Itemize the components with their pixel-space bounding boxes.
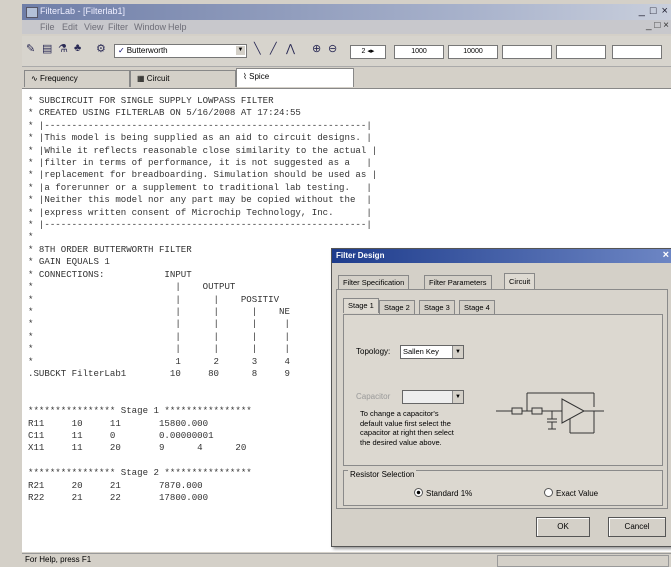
- filter-design-dialog: Filter Design × Filter Specification Fil…: [331, 248, 671, 547]
- spice-line: * 8TH ORDER BUTTERWORTH FILTER: [28, 243, 192, 255]
- toolbar-field-4[interactable]: [556, 45, 606, 59]
- lowpass-icon[interactable]: ╲: [254, 42, 261, 58]
- cancel-button[interactable]: Cancel: [608, 517, 666, 537]
- spice-line: * | OUTPUT: [28, 281, 236, 293]
- document-controls[interactable]: _ □ ×: [646, 20, 669, 31]
- spice-line: * | | POSITIV: [28, 293, 280, 305]
- spice-line: * | | | NE: [28, 305, 290, 317]
- spice-line: * | | | |: [28, 318, 290, 330]
- spice-line: *: [28, 231, 34, 243]
- spice-line: * CREATED USING FILTERLAB ON 5/16/2008 A…: [28, 107, 301, 119]
- open-icon[interactable]: ▤: [42, 42, 52, 58]
- spice-line: * |express written consent of Microchip …: [28, 206, 372, 218]
- new-filter-icon[interactable]: ✎: [26, 42, 35, 58]
- settings-icon[interactable]: ⚙: [96, 42, 106, 58]
- spice-line: * |filter in terms of performance, it is…: [28, 157, 372, 169]
- sine-icon: ∿: [31, 74, 38, 83]
- spice-icon: ⌇: [243, 72, 247, 81]
- menu-filter[interactable]: Filter: [108, 22, 128, 32]
- spice-line: C11 11 0 0.00000001: [28, 429, 214, 441]
- dialog-title-bar: Filter Design ×: [332, 249, 671, 263]
- tab-stage-2[interactable]: Stage 2: [379, 300, 415, 315]
- tab-stage-3[interactable]: Stage 3: [419, 300, 455, 315]
- tab-circuit[interactable]: Circuit: [504, 273, 536, 290]
- spice-line: R21 20 21 7870.000: [28, 479, 203, 491]
- spice-line: * | | | |: [28, 343, 290, 355]
- filter-type-select[interactable]: ✓ Butterworth ▼: [114, 44, 247, 58]
- spice-line: * |-------------------------------------…: [28, 219, 372, 231]
- resistor-selection-label: Resistor Selection: [348, 470, 417, 479]
- spice-line: R22 21 22 17800.000: [28, 492, 209, 503]
- circuit-tab-panel: Stage 1 Stage 2 Stage 3 Stage 4 Topology…: [336, 289, 668, 509]
- stage-panel: Topology: Sallen Key ▼ Capacitor ▼ To ch…: [343, 314, 663, 466]
- spice-line: * |While it reflects reasonable close si…: [28, 144, 378, 156]
- chevron-down-icon: ▼: [452, 346, 463, 358]
- capacitor-help-text: To change a capacitor's default value fi…: [360, 409, 454, 447]
- spice-line: X11 11 20 9 4 20: [28, 442, 247, 454]
- window-controls[interactable]: _ □ ×: [639, 5, 669, 17]
- toolbar-field-5[interactable]: [612, 45, 662, 59]
- spice-line: * |-------------------------------------…: [28, 119, 372, 131]
- tab-stage-4[interactable]: Stage 4: [459, 300, 495, 315]
- tab-filter-parameters[interactable]: Filter Parameters: [424, 275, 492, 290]
- save-icon[interactable]: ⚗: [58, 42, 68, 58]
- status-pane: [497, 555, 669, 567]
- spice-line: **************** Stage 2 ***************…: [28, 467, 252, 479]
- highpass-icon[interactable]: ╱: [270, 42, 277, 58]
- toolbar-field-3[interactable]: [502, 45, 552, 59]
- topology-label: Topology:: [356, 347, 391, 356]
- chevron-down-icon: ▼: [452, 391, 463, 403]
- zoom-out-icon[interactable]: ⊖: [328, 42, 337, 58]
- tab-stage-1[interactable]: Stage 1: [343, 298, 379, 313]
- radio-standard[interactable]: Standard 1%: [414, 488, 472, 498]
- radio-exact[interactable]: Exact Value: [544, 488, 598, 498]
- spice-line: * CONNECTIONS: INPUT: [28, 268, 192, 280]
- capacitor-label: Capacitor: [356, 392, 391, 401]
- title-bar: FilterLab - [Filterlab1] _ □ ×: [22, 4, 671, 20]
- close-icon[interactable]: ×: [663, 249, 669, 261]
- status-bar: For Help, press F1: [22, 553, 671, 567]
- menu-file[interactable]: File: [40, 22, 55, 32]
- tab-filter-specification[interactable]: Filter Specification: [338, 275, 410, 290]
- spice-line: .SUBCKT FilterLab1 10 80 8 9: [28, 367, 290, 379]
- resistor-selection-group: Resistor Selection Standard 1% Exact Val…: [343, 470, 663, 506]
- ok-button[interactable]: OK: [536, 517, 590, 537]
- spice-line: **************** Stage 1 ***************…: [28, 405, 252, 417]
- menu-help[interactable]: Help: [168, 22, 187, 32]
- spice-line: * | | | |: [28, 330, 290, 342]
- spice-line: * |a forerunner or a supplement to tradi…: [28, 181, 372, 193]
- tab-frequency[interactable]: ∿ Frequency: [24, 70, 130, 87]
- app-icon: [26, 7, 38, 18]
- spice-line: * |Neither this model nor any part may b…: [28, 194, 372, 206]
- zoom-in-icon[interactable]: ⊕: [312, 42, 321, 58]
- tab-spice[interactable]: ⌇ Spice: [236, 68, 354, 87]
- menu-view[interactable]: View: [84, 22, 103, 32]
- toolbar: ✎ ▤ ⚗ ♣ ⚙ ✓ Butterworth ▼ ╲ ╱ ⋀ ⊕ ⊖ 2 ◂▸ …: [22, 36, 671, 67]
- menu-bar: File Edit View Filter Window Help _ □ ×: [22, 20, 671, 34]
- view-tabs: ∿ Frequency ▦ Circuit ⌇ Spice: [22, 68, 671, 88]
- topology-select[interactable]: Sallen Key ▼: [400, 345, 464, 359]
- spice-line: R11 10 11 15800.000: [28, 417, 209, 429]
- spice-line: * 1 2 3 4: [28, 355, 290, 367]
- menu-edit[interactable]: Edit: [62, 22, 78, 32]
- chevron-down-icon: ▼: [236, 46, 245, 55]
- freq-high-field[interactable]: 10000: [448, 45, 498, 59]
- menu-window[interactable]: Window: [134, 22, 166, 32]
- print-icon[interactable]: ♣: [74, 42, 81, 58]
- spice-line: * SUBCIRCUIT FOR SINGLE SUPPLY LOWPASS F…: [28, 95, 274, 106]
- window-title: FilterLab - [Filterlab1]: [40, 6, 126, 16]
- spice-line: * |replacement for breadboarding. Simula…: [28, 169, 378, 181]
- status-text: For Help, press F1: [25, 555, 92, 564]
- sallen-key-schematic[interactable]: [494, 371, 614, 451]
- schematic-icon: ▦: [137, 74, 145, 83]
- bandpass-icon[interactable]: ⋀: [286, 42, 295, 58]
- dialog-title: Filter Design: [336, 251, 385, 260]
- spice-line: * |This model is being supplied as an ai…: [28, 132, 372, 144]
- capacitor-select[interactable]: ▼: [402, 390, 464, 404]
- zoom-stepper[interactable]: 2 ◂▸: [350, 45, 386, 59]
- spice-line: * GAIN EQUALS 1: [28, 256, 110, 268]
- freq-low-field[interactable]: 1000: [394, 45, 444, 59]
- tab-circuit[interactable]: ▦ Circuit: [130, 70, 236, 87]
